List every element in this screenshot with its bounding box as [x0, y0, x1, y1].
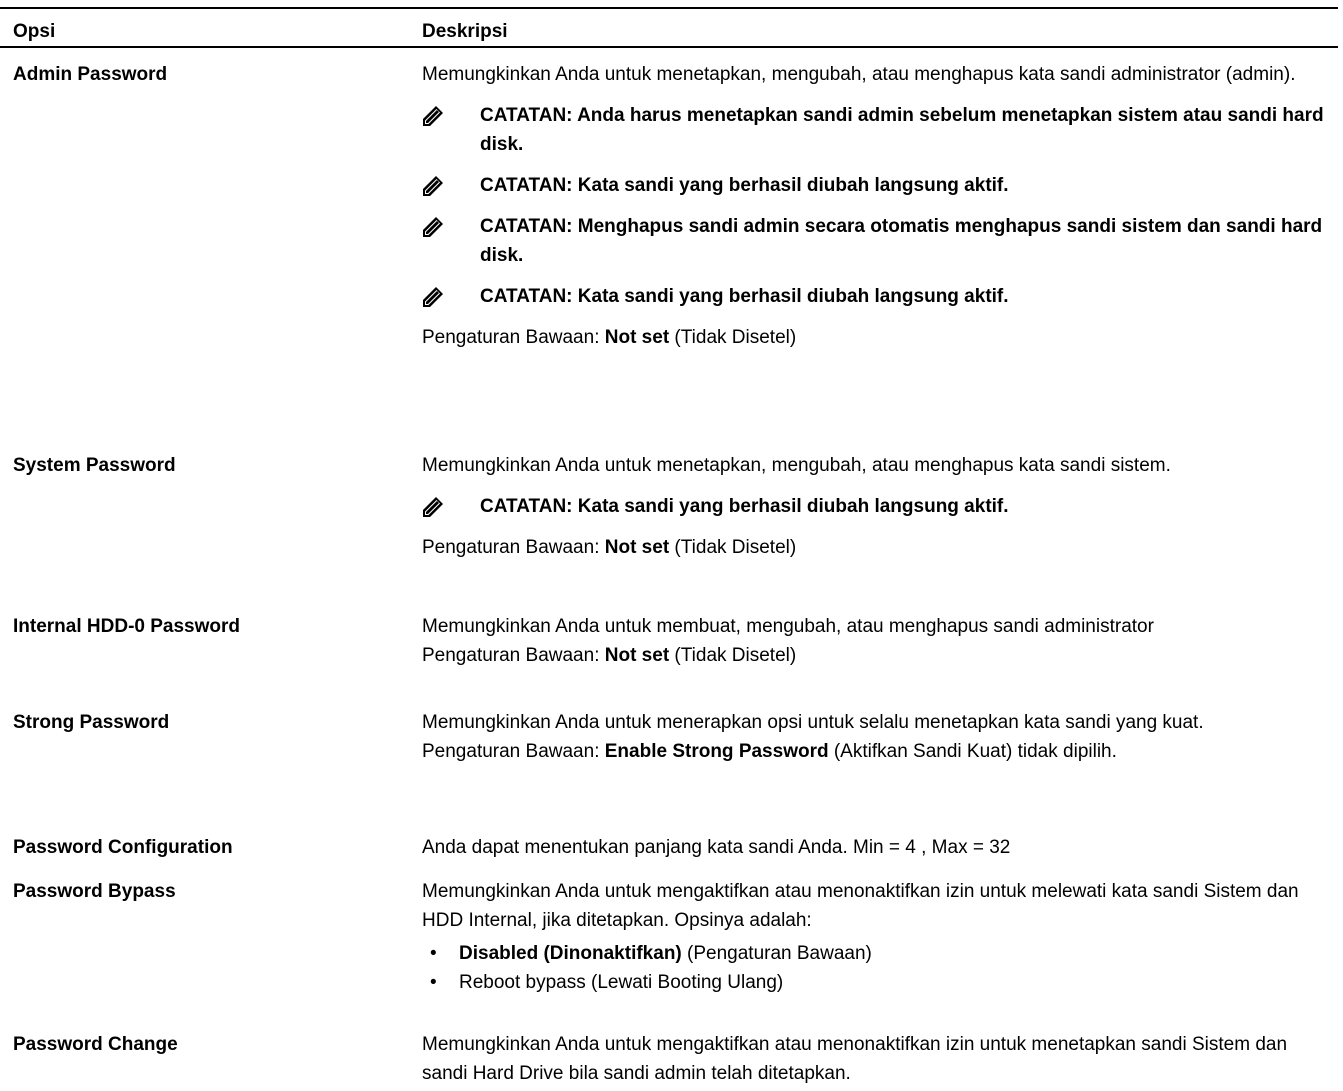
header-rule: [0, 46, 1338, 48]
list-item: • Reboot bypass (Lewati Booting Ulang): [422, 968, 1332, 997]
note: CATATAN: Kata sandi yang berhasil diubah…: [422, 171, 1332, 200]
column-header-option: Opsi: [13, 21, 56, 42]
option-list: • Disabled (Dinonaktifkan) (Pengaturan Ba…: [422, 939, 1332, 997]
default-label: Pengaturan Bawaan:: [422, 645, 605, 666]
option-description: Memungkinkan Anda untuk menerapkan opsi …: [422, 708, 1332, 766]
option-name: Password Bypass: [13, 881, 176, 902]
note: CATATAN: Kata sandi yang berhasil diubah…: [422, 282, 1332, 311]
option-name: Strong Password: [13, 712, 170, 733]
description-text: Anda dapat menentukan panjang kata sandi…: [422, 837, 1011, 858]
option-description: Memungkinkan Anda untuk mengaktifkan ata…: [422, 1030, 1332, 1088]
column-header-description: Deskripsi: [422, 21, 508, 42]
default-setting: Pengaturan Bawaan: Not set (Tidak Disete…: [422, 533, 1332, 562]
option-name: Password Change: [13, 1034, 178, 1055]
note-text: CATATAN: Menghapus sandi admin secara ot…: [480, 216, 1323, 266]
list-item-text: (Pengaturan Bawaan): [681, 943, 872, 964]
description-text: Memungkinkan Anda untuk mengaktifkan ata…: [422, 1034, 1288, 1084]
default-value: Not set: [604, 537, 670, 558]
default-suffix: (Aktifkan Sandi Kuat) tidak dipilih.: [828, 741, 1117, 762]
note: CATATAN: Menghapus sandi admin secara ot…: [422, 212, 1332, 270]
note: CATATAN: Anda harus menetapkan sandi adm…: [422, 101, 1332, 159]
pencil-note-icon: [422, 286, 444, 308]
note: CATATAN: Kata sandi yang berhasil diubah…: [422, 492, 1332, 521]
top-rule: [0, 7, 1338, 9]
pencil-note-icon: [422, 216, 444, 238]
default-value: Not set: [604, 645, 670, 666]
default-label: Pengaturan Bawaan:: [422, 741, 605, 762]
default-setting: Pengaturan Bawaan: Enable Strong Passwor…: [422, 737, 1332, 766]
option-description: Memungkinkan Anda untuk mengaktifkan ata…: [422, 877, 1332, 997]
note-text: CATATAN: Kata sandi yang berhasil diubah…: [480, 496, 1009, 517]
option-description: Memungkinkan Anda untuk membuat, menguba…: [422, 612, 1332, 670]
option-name: Admin Password: [13, 64, 168, 85]
description-text: Memungkinkan Anda untuk menetapkan, meng…: [422, 64, 1296, 85]
option-description: Memungkinkan Anda untuk menetapkan, meng…: [422, 451, 1332, 562]
default-label: Pengaturan Bawaan:: [422, 327, 605, 348]
default-value: Enable Strong Password: [604, 741, 829, 762]
default-setting: Pengaturan Bawaan: Not set (Tidak Disete…: [422, 323, 1332, 352]
option-name: Password Configuration: [13, 837, 233, 858]
description-text: Memungkinkan Anda untuk mengaktifkan ata…: [422, 881, 1299, 931]
option-name: Internal HDD-0 Password: [13, 616, 240, 637]
list-item: • Disabled (Dinonaktifkan) (Pengaturan Ba…: [422, 939, 1332, 968]
default-suffix: (Tidak Disetel): [669, 645, 797, 666]
bullet-icon: •: [430, 972, 437, 993]
description-text: Memungkinkan Anda untuk menetapkan, meng…: [422, 455, 1171, 476]
default-suffix: (Tidak Disetel): [669, 327, 797, 348]
default-suffix: (Tidak Disetel): [669, 537, 797, 558]
default-value: Not set: [604, 327, 670, 348]
default-setting: Pengaturan Bawaan: Not set (Tidak Disete…: [422, 641, 1332, 670]
list-item-bold: Disabled (Dinonaktifkan): [459, 943, 682, 964]
description-text: Memungkinkan Anda untuk menerapkan opsi …: [422, 712, 1204, 733]
note-text: CATATAN: Anda harus menetapkan sandi adm…: [480, 105, 1324, 155]
note-text: CATATAN: Kata sandi yang berhasil diubah…: [480, 175, 1009, 196]
option-description: Memungkinkan Anda untuk menetapkan, meng…: [422, 60, 1332, 352]
description-text: Memungkinkan Anda untuk membuat, menguba…: [422, 616, 1154, 637]
list-item-text: Reboot bypass (Lewati Booting Ulang): [459, 972, 784, 993]
option-description: Anda dapat menentukan panjang kata sandi…: [422, 833, 1332, 862]
default-label: Pengaturan Bawaan:: [422, 537, 605, 558]
pencil-note-icon: [422, 175, 444, 197]
pencil-note-icon: [422, 105, 444, 127]
bullet-icon: •: [430, 943, 437, 964]
option-name: System Password: [13, 455, 176, 476]
pencil-note-icon: [422, 496, 444, 518]
note-text: CATATAN: Kata sandi yang berhasil diubah…: [480, 286, 1009, 307]
